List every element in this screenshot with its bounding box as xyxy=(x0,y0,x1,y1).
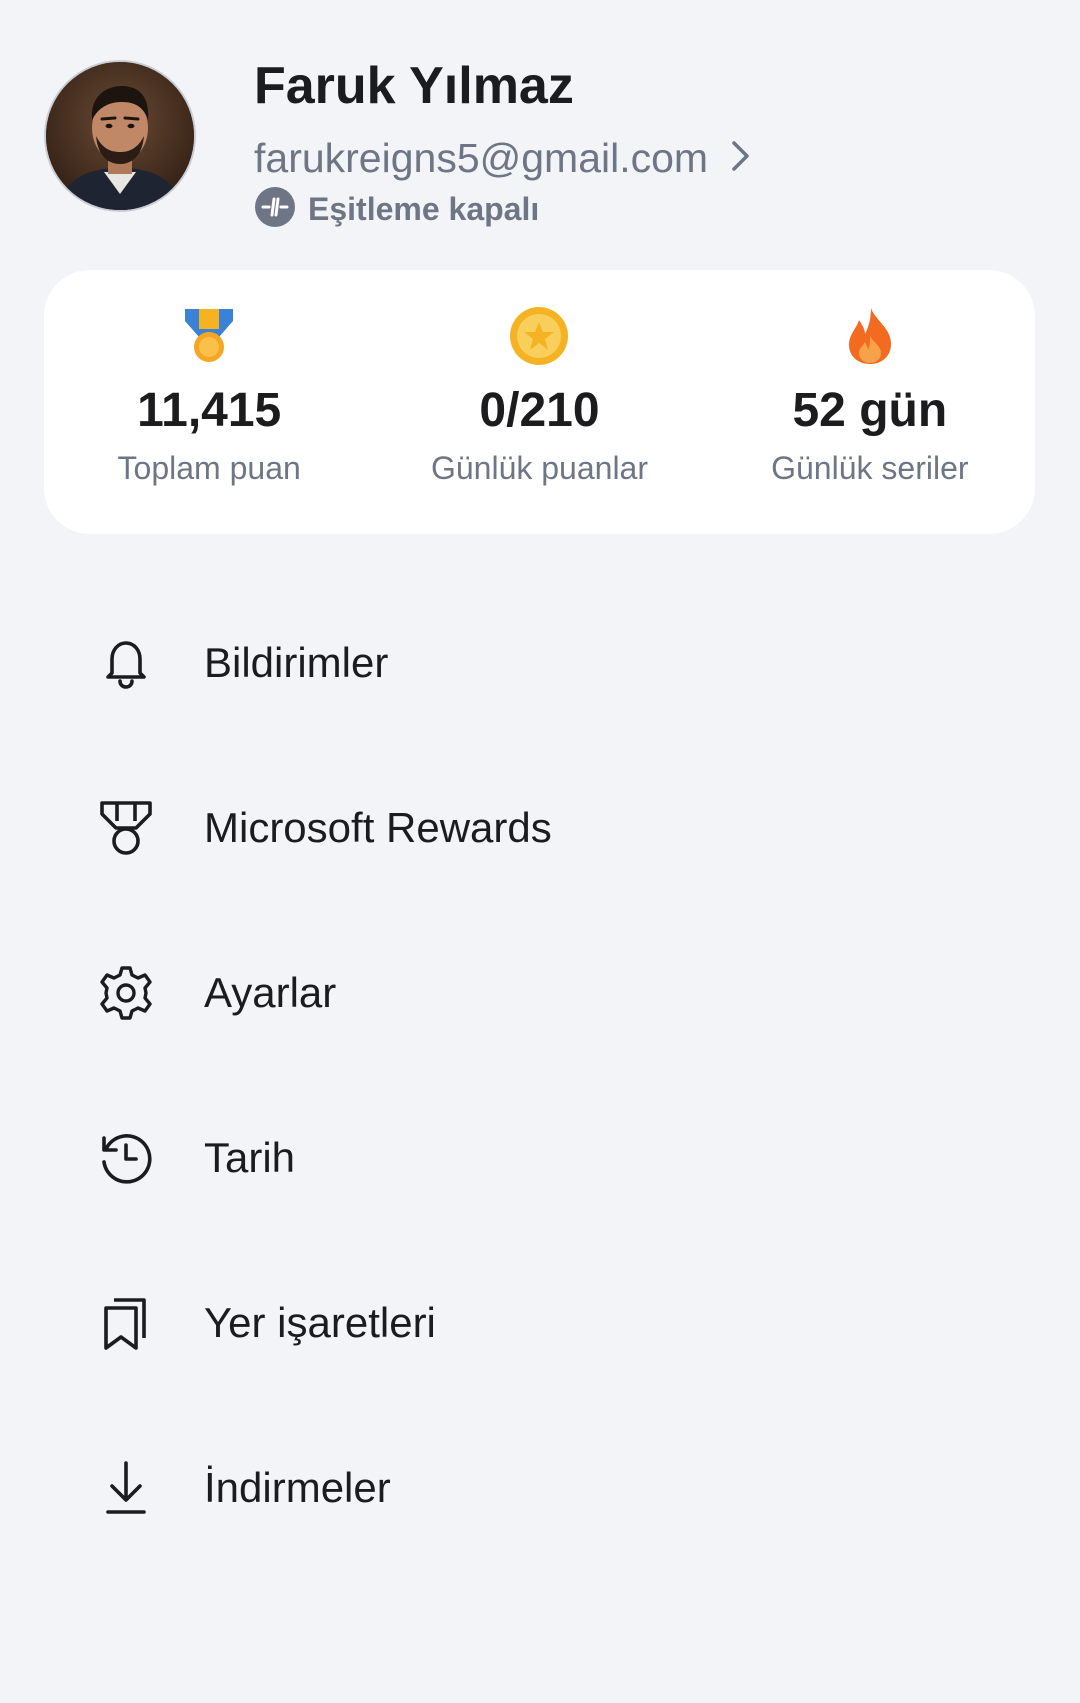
medal-icon xyxy=(177,304,241,368)
stat-daily-streak: 52 gün Günlük seriler xyxy=(705,270,1035,534)
stat-value: 52 gün xyxy=(792,384,948,437)
stat-daily-points: 0/210 Günlük puanlar xyxy=(374,270,704,534)
avatar-portrait-icon xyxy=(46,62,194,210)
flame-icon xyxy=(838,304,902,368)
coin-star-icon xyxy=(507,304,571,368)
menu-item-label: Bildirimler xyxy=(204,638,389,686)
stat-total-points: 11,415 Toplam puan xyxy=(44,270,374,534)
rewards-medal-icon xyxy=(96,798,156,858)
menu-item-label: Tarih xyxy=(204,1133,296,1181)
menu-item-microsoft-rewards[interactable]: Microsoft Rewards xyxy=(0,745,1080,910)
account-email-link[interactable]: farukreigns5@gmail.com xyxy=(254,130,752,186)
menu-item-history[interactable]: Tarih xyxy=(0,1075,1080,1240)
menu-item-label: Ayarlar xyxy=(204,968,337,1016)
profile-header: Faruk Yılmaz farukreigns5@gmail.com Eşit… xyxy=(44,57,1044,238)
stat-label: Günlük puanlar xyxy=(430,449,648,486)
sync-status[interactable]: Eşitleme kapalı xyxy=(254,186,539,232)
menu-item-label: Microsoft Rewards xyxy=(204,803,552,851)
account-email: farukreigns5@gmail.com xyxy=(254,134,709,181)
stat-label: Günlük seriler xyxy=(771,449,969,486)
gear-icon xyxy=(96,963,156,1023)
stat-label: Toplam puan xyxy=(117,449,301,486)
chevron-right-icon xyxy=(730,139,752,178)
history-icon xyxy=(96,1128,156,1188)
menu-item-bookmarks[interactable]: Yer işaretleri xyxy=(0,1240,1080,1405)
menu-item-settings[interactable]: Ayarlar xyxy=(0,910,1080,1075)
profile-name: Faruk Yılmaz xyxy=(254,57,574,115)
menu-item-notifications[interactable]: Bildirimler xyxy=(0,580,1080,745)
menu-item-label: İndirmeler xyxy=(204,1463,391,1511)
bell-icon xyxy=(96,633,156,693)
download-icon xyxy=(96,1458,156,1518)
stat-value: 11,415 xyxy=(137,384,282,437)
bookmarks-icon xyxy=(96,1293,156,1353)
menu-item-downloads[interactable]: İndirmeler xyxy=(0,1405,1080,1570)
stat-value: 0/210 xyxy=(479,384,600,437)
menu-list: Bildirimler Microsoft Rewards Ayarlar Ta… xyxy=(0,580,1080,1570)
avatar[interactable] xyxy=(44,60,196,212)
rewards-stats-card[interactable]: 11,415 Toplam puan 0/210 Günlük puanlar … xyxy=(44,270,1035,534)
sync-off-icon xyxy=(254,186,296,233)
menu-item-label: Yer işaretleri xyxy=(204,1298,436,1346)
sync-status-label: Eşitleme kapalı xyxy=(308,190,540,227)
